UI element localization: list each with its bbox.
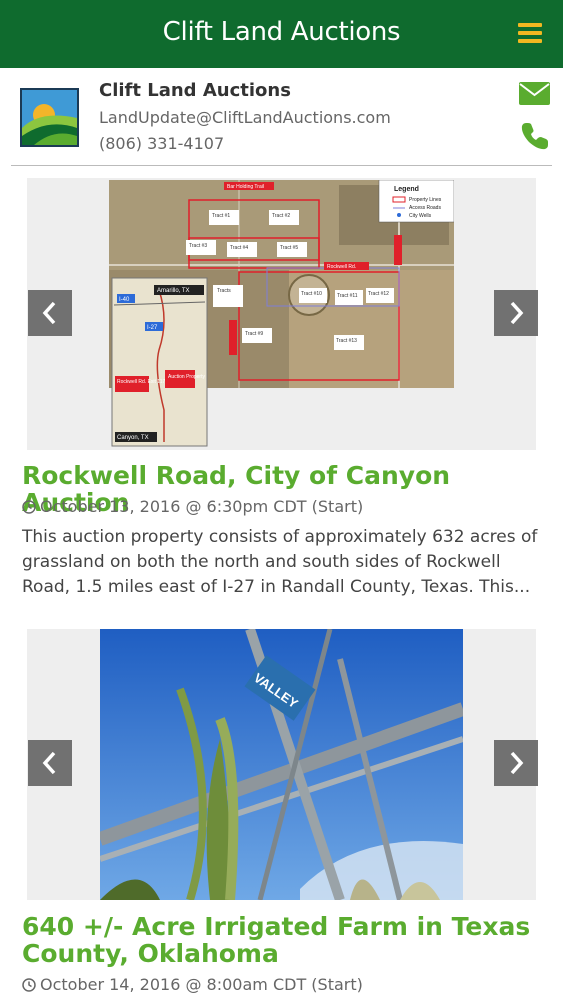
listing-title[interactable]: 640 +/- Acre Irrigated Farm in Texas Cou… xyxy=(22,913,542,967)
svg-text:Rockwell Rd. Exit 117: Rockwell Rd. Exit 117 xyxy=(117,379,165,385)
svg-text:I-40: I-40 xyxy=(119,297,130,303)
contact-email[interactable]: LandUpdate@CliftLandAuctions.com xyxy=(99,108,391,127)
svg-text:Access Roads: Access Roads xyxy=(409,205,441,211)
listing-date: October 14, 2016 @ 8:00am CDT (Start) xyxy=(22,975,363,994)
svg-text:Auction Property: Auction Property xyxy=(168,374,205,380)
carousel-prev-button[interactable] xyxy=(28,290,72,336)
svg-text:City Wells: City Wells xyxy=(409,213,432,219)
listing-image-carousel[interactable]: Legend Property Lines Access Roads City … xyxy=(27,178,536,450)
listing-date-text: October 13, 2016 @ 6:30pm CDT (Start) xyxy=(40,497,364,516)
svg-text:Tract #1: Tract #1 xyxy=(212,213,230,219)
hamburger-menu-icon[interactable] xyxy=(518,23,542,44)
svg-text:Tract #12: Tract #12 xyxy=(368,291,389,297)
listing-date: October 13, 2016 @ 6:30pm CDT (Start) xyxy=(22,497,363,516)
svg-text:Tracts: Tracts xyxy=(217,288,231,294)
svg-text:Canyon, TX: Canyon, TX xyxy=(117,435,149,441)
svg-text:Amarillo, TX: Amarillo, TX xyxy=(157,288,190,294)
carousel-prev-button[interactable] xyxy=(28,740,72,786)
envelope-icon[interactable] xyxy=(519,82,550,105)
app-title: Clift Land Auctions xyxy=(162,17,401,47)
chevron-left-icon xyxy=(42,751,56,775)
header-divider xyxy=(11,165,552,166)
clock-icon xyxy=(22,500,36,514)
svg-text:Tract #4: Tract #4 xyxy=(230,245,248,251)
map-legend-title: Legend xyxy=(394,186,419,193)
auction-map-image[interactable]: Legend Property Lines Access Roads City … xyxy=(109,180,454,448)
listing-date-text: October 14, 2016 @ 8:00am CDT (Start) xyxy=(40,975,363,994)
chevron-right-icon xyxy=(510,301,524,325)
svg-text:Tract #3: Tract #3 xyxy=(189,243,207,249)
listing-image-carousel[interactable]: VALLEY xyxy=(27,629,536,900)
svg-text:Bar Holding Trail: Bar Holding Trail xyxy=(227,184,264,190)
carousel-next-button[interactable] xyxy=(494,290,538,336)
svg-text:Property Lines: Property Lines xyxy=(409,197,442,203)
clock-icon xyxy=(22,978,36,992)
chevron-left-icon xyxy=(42,301,56,325)
irrigation-farm-photo[interactable]: VALLEY xyxy=(100,629,463,900)
svg-text:Rockwell Rd.: Rockwell Rd. xyxy=(327,264,356,270)
company-logo xyxy=(20,88,79,147)
svg-text:Tract #11: Tract #11 xyxy=(337,293,358,299)
svg-text:Tract #9: Tract #9 xyxy=(245,331,263,337)
svg-text:Tract #2: Tract #2 xyxy=(272,213,290,219)
svg-text:Tract #5: Tract #5 xyxy=(280,245,298,251)
phone-icon[interactable] xyxy=(520,121,550,151)
contact-phone[interactable]: (806) 331-4107 xyxy=(99,134,224,153)
carousel-next-button[interactable] xyxy=(494,740,538,786)
top-nav-bar: Clift Land Auctions xyxy=(0,0,563,68)
chevron-right-icon xyxy=(510,751,524,775)
svg-text:I-27: I-27 xyxy=(147,325,158,331)
contact-name: Clift Land Auctions xyxy=(99,80,291,101)
svg-text:Tract #13: Tract #13 xyxy=(336,338,357,344)
listing-description: This auction property consists of approx… xyxy=(22,527,538,597)
svg-text:Tract #10: Tract #10 xyxy=(301,291,322,297)
